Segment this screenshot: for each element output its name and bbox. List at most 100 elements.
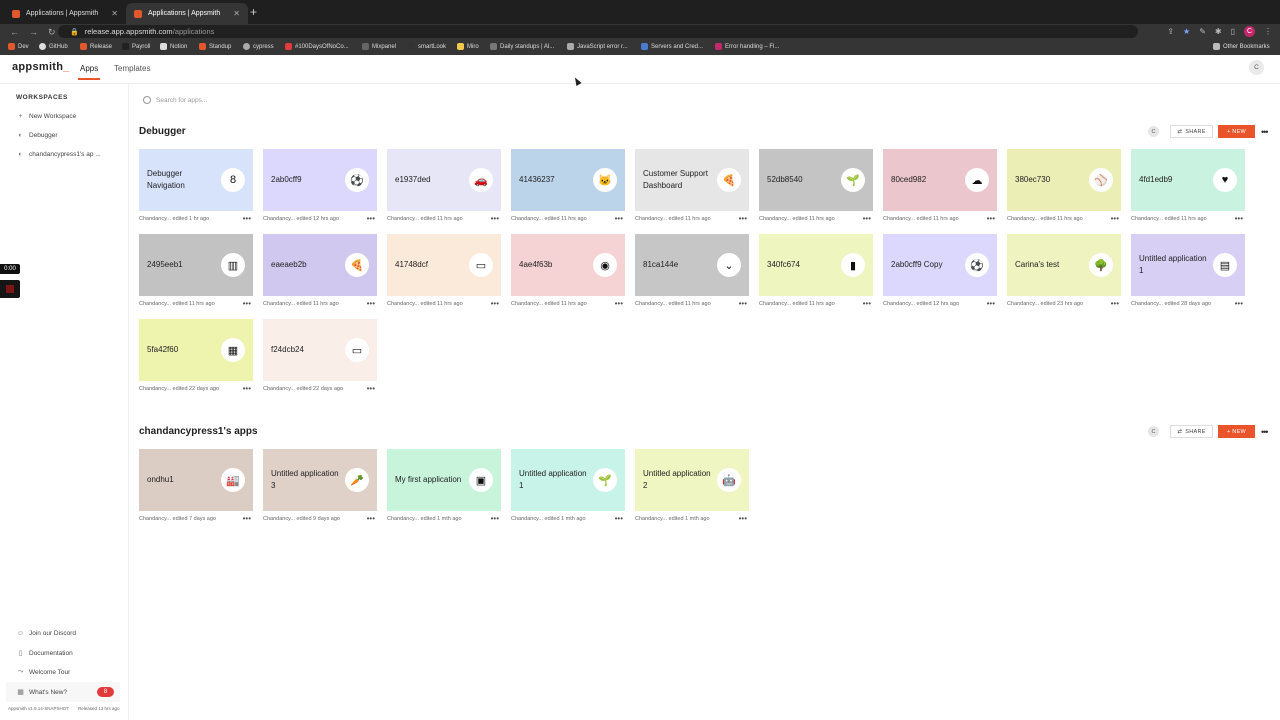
app-card[interactable]: Untitled application 1 ▤ Chandancy... edit… [1131,234,1245,308]
new-tab-icon[interactable]: + [250,5,257,19]
nav-apps-tab[interactable]: Apps [77,64,101,80]
documentation-link[interactable]: ▯ Documentation [16,649,73,658]
close-icon[interactable]: ✕ [111,9,118,18]
welcome-tour-link[interactable]: ⤳ Welcome Tour [16,668,71,676]
app-card[interactable]: 5fa42f60 ▦ Chandancy... edited 22 days ago… [139,319,253,393]
more-options-icon[interactable]: ••• [243,299,251,308]
bookmark-item[interactable]: GitHub [39,43,68,50]
more-options-icon[interactable]: ••• [243,384,251,393]
url-field[interactable]: 🔒 release.app.appsmith.com/applications [58,25,1138,38]
browser-tab[interactable]: Applications | Appsmith ✕ [4,3,126,24]
more-options-icon[interactable]: ••• [1261,427,1269,437]
bookmark-item[interactable]: Miro [457,43,479,50]
back-icon[interactable]: ← [10,27,19,37]
more-options-icon[interactable]: ••• [491,214,499,223]
app-card[interactable]: Customer Support Dashboard 🍕 Chandancy... … [635,149,749,223]
bookmark-item[interactable]: Notion [160,43,187,50]
more-options-icon[interactable]: ••• [367,214,375,223]
more-options-icon[interactable]: ••• [367,514,375,523]
more-options-icon[interactable]: ••• [615,514,623,523]
app-card[interactable]: 52db8540 🌱 Chandancy... edited 11 hrs ago •… [759,149,873,223]
new-app-button[interactable]: + NEW [1218,125,1255,138]
more-options-icon[interactable]: ••• [367,299,375,308]
extension-icon[interactable]: ✎ [1199,27,1206,36]
app-card[interactable]: 4fd1edb9 ♥ Chandancy... edited 11 hrs ago •… [1131,149,1245,223]
bookmark-item[interactable]: Error handling – Fl... [715,43,779,50]
sidebar-icon[interactable]: ▯ [1231,27,1235,36]
other-bookmarks[interactable]: Other Bookmarks [1213,43,1270,50]
app-card[interactable]: f24dcb24 ▭ Chandancy... edited 22 days ago… [263,319,377,393]
sidebar-item-chandancypress1[interactable]: ◐ chandancypress1's ap ... [16,151,100,158]
app-card[interactable]: 2495eeb1 ▥ Chandancy... edited 11 hrs ago •… [139,234,253,308]
whats-new-button[interactable]: ▦ What's New? 8 [16,687,115,697]
share-button[interactable]: ⇄ SHARE [1170,425,1213,438]
record-stop-button[interactable] [0,280,20,298]
app-card[interactable]: 41436237 🐱 Chandancy... edited 11 hrs ago •… [511,149,625,223]
more-options-icon[interactable]: ••• [1111,214,1119,223]
bookmark-item[interactable]: Daily standups | Al... [490,43,554,50]
user-avatar[interactable]: C [1249,60,1264,75]
search-input[interactable]: Search for apps... [156,97,207,104]
new-workspace-button[interactable]: + New Workspace [16,113,76,120]
app-card[interactable]: Carina's test 🌳 Chandancy... edited 23 hrs… [1007,234,1121,308]
bookmark-item[interactable]: cypress [243,43,274,50]
reload-icon[interactable]: ↻ [48,27,56,38]
nav-templates-tab[interactable]: Templates [114,64,150,73]
bookmark-item[interactable]: Release [80,43,112,50]
bookmark-item[interactable]: JavaScript error r... [567,43,628,50]
bookmark-item[interactable]: Payroll [122,43,150,50]
app-card[interactable]: ondhu1 🏭 Chandancy... edited 7 days ago ••• [139,449,253,523]
menu-icon[interactable]: ⋮ [1264,27,1272,36]
app-card[interactable]: 81ca144e ⌄ Chandancy... edited 11 hrs ago •… [635,234,749,308]
more-options-icon[interactable]: ••• [863,214,871,223]
more-options-icon[interactable]: ••• [243,214,251,223]
app-card[interactable]: 80ced982 ☁ Chandancy... edited 11 hrs ago •… [883,149,997,223]
app-card[interactable]: Untitled application 1 🌱 Chandancy... edit… [511,449,625,523]
more-options-icon[interactable]: ••• [987,214,995,223]
share-button[interactable]: ⇄ SHARE [1170,125,1213,138]
share-page-icon[interactable]: ⇪ [1167,27,1174,36]
more-options-icon[interactable]: ••• [491,514,499,523]
more-options-icon[interactable]: ••• [739,299,747,308]
profile-avatar[interactable]: C [1244,26,1255,37]
bookmark-item[interactable]: Servers and Cred... [641,43,703,50]
forward-icon[interactable]: → [29,27,38,37]
discord-link[interactable]: ☺ Join our Discord [16,630,76,637]
bookmark-item[interactable]: #100DaysOfNoCo... [285,43,349,50]
browser-tab-active[interactable]: Applications | Appsmith ✕ [126,3,248,24]
more-options-icon[interactable]: ••• [615,299,623,308]
appsmith-logo[interactable]: appsmith_ [12,61,70,73]
puzzle-icon[interactable]: ✱ [1215,27,1222,36]
app-card[interactable]: 41748dcf ▭ Chandancy... edited 11 hrs ago •… [387,234,501,308]
more-options-icon[interactable]: ••• [863,299,871,308]
app-card[interactable]: Untitled application 2 🤖 Chandancy... edit… [635,449,749,523]
app-card[interactable]: 4ae4f63b ◉ Chandancy... edited 11 hrs ago •… [511,234,625,308]
more-options-icon[interactable]: ••• [491,299,499,308]
sidebar-item-debugger[interactable]: ◐ Debugger [16,132,57,139]
app-card[interactable]: 340fc674 ▮ Chandancy... edited 11 hrs ago •… [759,234,873,308]
app-card[interactable]: My first application ▣ Chandancy... edited… [387,449,501,523]
app-card[interactable]: 2ab0cff9 ⚽ Chandancy... edited 12 hrs ago •… [263,149,377,223]
app-card[interactable]: Debugger Navigation 8 Chandancy... edited … [139,149,253,223]
app-card[interactable]: e1937ded 🚗 Chandancy... edited 11 hrs ago •… [387,149,501,223]
app-card[interactable]: Untitled application 3 🥕 Chandancy... edit… [263,449,377,523]
app-card[interactable]: 380ec730 ⚾ Chandancy... edited 11 hrs ago •… [1007,149,1121,223]
app-card[interactable]: 2ab0cff9 Copy ⚽ Chandancy... edited 12 hrs… [883,234,997,308]
more-options-icon[interactable]: ••• [615,214,623,223]
bookmark-item[interactable]: smartLook [408,43,446,50]
app-card[interactable]: eaeaeb2b 🍕 Chandancy... edited 11 hrs ago •… [263,234,377,308]
more-options-icon[interactable]: ••• [1111,299,1119,308]
more-options-icon[interactable]: ••• [739,514,747,523]
more-options-icon[interactable]: ••• [1235,214,1243,223]
bookmark-item[interactable]: Dev [8,43,29,50]
close-icon[interactable]: ✕ [233,9,240,18]
bookmark-star-icon[interactable]: ★ [1183,27,1190,36]
search-apps[interactable]: Search for apps... [143,96,207,104]
more-options-icon[interactable]: ••• [243,514,251,523]
bookmark-item[interactable]: Standup [199,43,231,50]
new-app-button[interactable]: + NEW [1218,425,1255,438]
more-options-icon[interactable]: ••• [1261,127,1269,137]
more-options-icon[interactable]: ••• [367,384,375,393]
more-options-icon[interactable]: ••• [1235,299,1243,308]
more-options-icon[interactable]: ••• [739,214,747,223]
